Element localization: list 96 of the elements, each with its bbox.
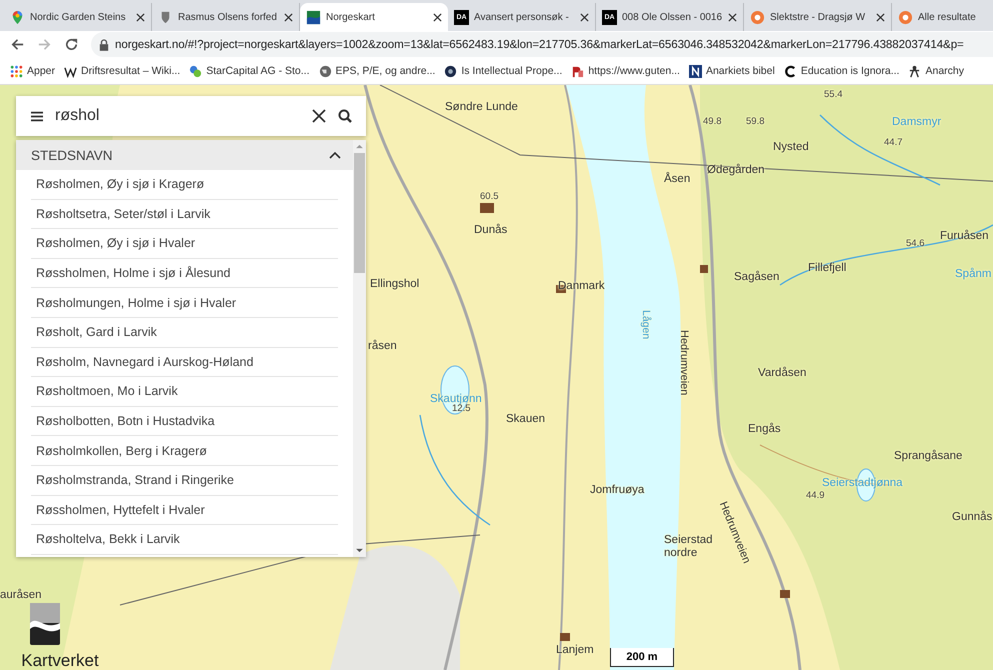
bookmark[interactable]: Is Intellectual Prope...	[444, 64, 562, 78]
map-label: Spånm	[955, 268, 992, 280]
map-label: Danmark	[558, 280, 605, 292]
tab-title: Norgeskart	[326, 12, 376, 22]
map-pin-icon	[10, 10, 25, 24]
close-icon[interactable]	[433, 12, 442, 22]
book-logo-icon	[571, 64, 584, 78]
map-label: Jomfruøya	[590, 484, 644, 496]
logo-text: Kartverket	[21, 651, 99, 670]
bookmark[interactable]: Apper	[10, 64, 56, 78]
tab-title: Alle resultate	[918, 12, 976, 22]
map-label: 54.6	[906, 238, 924, 249]
scroll-thumb[interactable]	[354, 153, 365, 273]
map-label: Hedrumveien	[678, 330, 690, 396]
search-result[interactable]: Røssholmen, Holme i sjø i Ålesund	[31, 258, 338, 288]
wave-logo-icon	[306, 10, 321, 24]
close-icon[interactable]	[580, 12, 589, 22]
map-label: Engås	[748, 423, 781, 435]
map-label: Skauen	[506, 413, 546, 425]
search-result[interactable]: Røssholmen, Hyttefelt i Hvaler	[31, 496, 338, 526]
leaf-logo-icon	[189, 64, 202, 78]
scale-bar: 200 m	[610, 648, 674, 667]
bookmark[interactable]: Education is Ignora...	[784, 64, 900, 78]
map-label: Seierstad nordre	[664, 534, 714, 560]
browser-tab[interactable]: Norgeskart	[300, 3, 448, 31]
search-result[interactable]: Røsholtsetra, Seter/støl i Larvik	[31, 200, 338, 230]
map-label: Vardåsen	[758, 367, 806, 379]
bookmark[interactable]: Anarkiets bibel	[688, 64, 775, 78]
bookmark[interactable]: StarCapital AG - Sto...	[189, 64, 310, 78]
browser-tab[interactable]: Alle resultate	[892, 3, 982, 31]
clear-icon[interactable]	[312, 109, 326, 123]
search-result[interactable]: Røsholtmoen, Mo i Larvik	[31, 377, 338, 407]
map-label: Ødegården	[707, 164, 765, 176]
circle-logo-icon	[750, 10, 765, 24]
search-icon[interactable]	[338, 109, 352, 123]
c-logo-icon	[784, 64, 797, 78]
bookmark[interactable]: EPS, P/E, og andre...	[318, 64, 436, 78]
close-icon[interactable]	[876, 12, 885, 22]
map-label: Lågen	[640, 310, 652, 340]
map-label: Gunnås	[952, 511, 992, 523]
map-label: auråsen	[0, 589, 42, 601]
back-arrow-icon[interactable]	[10, 37, 25, 52]
scrollbar[interactable]	[353, 140, 366, 557]
kartverket-logo-icon	[30, 603, 60, 645]
map-label: 44.7	[884, 137, 902, 148]
map-label: 55.4	[824, 89, 842, 100]
tab-title: Slektstre - Dragsjø W	[770, 12, 866, 22]
search-result[interactable]: Røsholtelva, Bekk i Larvik	[31, 525, 338, 555]
w-logo-icon	[64, 64, 78, 78]
map-label: 44.9	[806, 490, 824, 501]
search-result[interactable]: Røsholm, Navnegard i Aurskog-Høland	[31, 348, 338, 378]
search-input[interactable]: røshol	[55, 107, 300, 125]
address-bar[interactable]: norgeskart.no/#!?project=norgeskart&layers=1002&zoom=13&lat=6562483.19&lon=217705.36&markerLat=6563046.348532042&markerLon=217796.43882037414&p=	[91, 32, 993, 57]
map-label: Lanjem	[556, 644, 594, 656]
map-label: Søndre Lunde	[445, 101, 518, 113]
lock-icon	[99, 38, 109, 50]
bookmark[interactable]: Driftsresultat – Wiki...	[64, 64, 180, 78]
map-label: råsen	[368, 340, 397, 352]
bookmark[interactable]: Anarchy	[908, 64, 964, 78]
tab-title: Rasmus Olsens forfed	[178, 12, 278, 22]
reload-icon[interactable]	[64, 37, 79, 52]
search-result[interactable]: Røsholmungen, Holme i sjø i Hvaler	[31, 288, 338, 318]
map-label: 60.5	[480, 191, 498, 202]
tab-title: Avansert personsøk -	[474, 12, 570, 22]
scroll-down-icon[interactable]	[356, 548, 363, 553]
close-icon[interactable]	[136, 12, 145, 22]
globe-icon	[318, 64, 332, 78]
map-label: Dunås	[474, 224, 508, 236]
group-header[interactable]: STEDSNAVN	[16, 140, 353, 170]
figure-icon	[908, 64, 922, 78]
map-label: Åsen	[664, 173, 690, 185]
search-result[interactable]: Røsholbotten, Botn i Hustadvika	[31, 406, 338, 436]
tab-title: 008 Ole Olssen - 0016	[622, 12, 723, 22]
bookmark[interactable]: https://www.guten...	[571, 64, 680, 78]
map-label: 49.8	[703, 116, 722, 127]
apps-grid-icon	[10, 64, 23, 78]
map-label: Sprangåsane	[894, 450, 962, 462]
map-label: 59.8	[746, 116, 764, 127]
map-label: Ellingshol	[370, 278, 420, 290]
map-label: Nysted	[773, 141, 809, 153]
search-result[interactable]: Røsholmkollen, Berg i Kragerø	[31, 436, 338, 466]
search-field[interactable]: røshol	[16, 96, 366, 136]
close-icon[interactable]	[728, 12, 737, 22]
map-label: Damsmyr	[892, 116, 942, 128]
search-result[interactable]: Røsholmstranda, Strand i Ringerike	[31, 466, 338, 496]
round-logo-icon	[444, 64, 458, 78]
square-logo-icon	[688, 64, 702, 78]
search-result[interactable]: Røsholt, Gard i Larvik	[31, 318, 338, 348]
chevron-icon	[329, 151, 341, 159]
circle-logo-icon	[898, 10, 913, 24]
search-result[interactable]: Røsholmen, Øy i sjø i Hvaler	[31, 229, 338, 259]
tab-title: Nordic Garden Steins	[30, 12, 127, 22]
map-label: Sagåsen	[734, 271, 780, 283]
menu-icon[interactable]	[31, 110, 43, 122]
close-icon[interactable]	[284, 12, 293, 22]
search-result[interactable]: Røsholmen, Øy i sjø i Kragerø	[31, 170, 338, 200]
